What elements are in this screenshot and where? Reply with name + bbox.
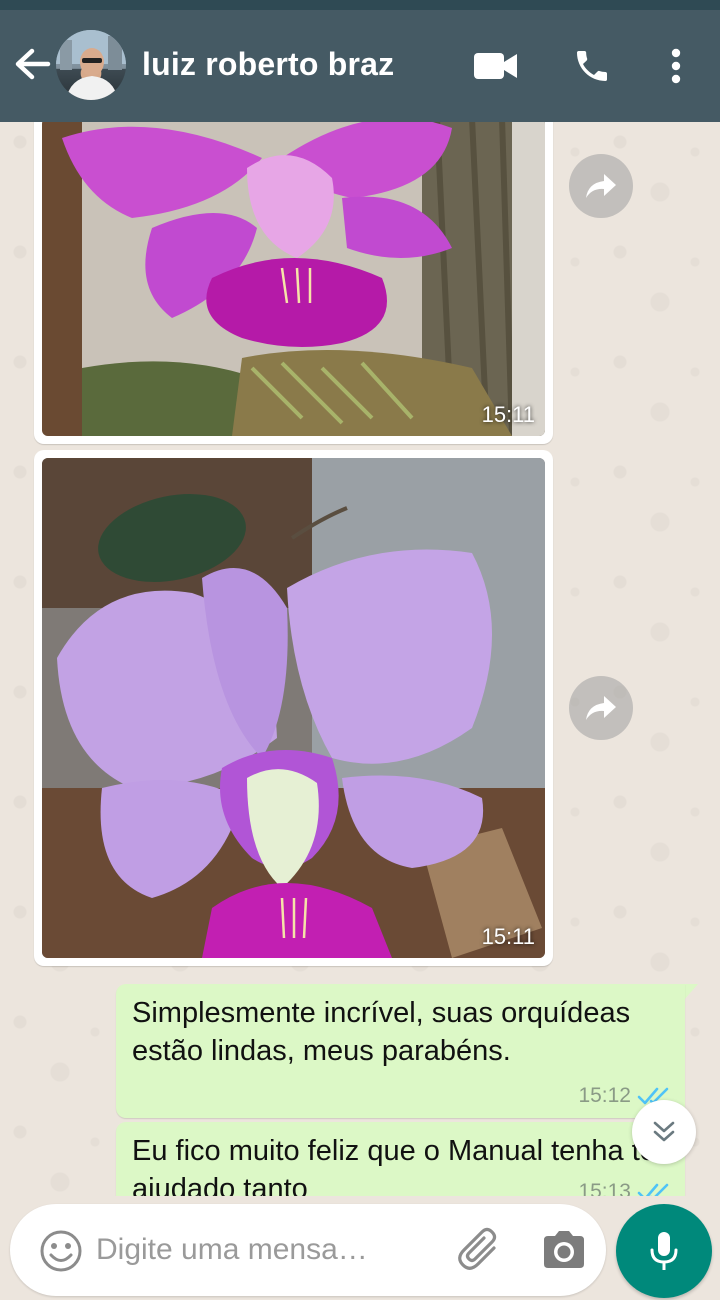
- contact-name[interactable]: luiz roberto braz: [142, 46, 394, 83]
- outgoing-message[interactable]: Eu fico muito feliz que o Manual tenha t…: [116, 1122, 685, 1200]
- more-options-button[interactable]: [660, 44, 692, 88]
- status-bar: [0, 0, 720, 10]
- microphone-icon: [650, 1232, 678, 1270]
- forward-icon: [586, 174, 616, 198]
- message-time: 15:11: [481, 402, 535, 427]
- voice-record-button[interactable]: [616, 1204, 712, 1298]
- message-input[interactable]: [96, 1226, 436, 1274]
- back-button[interactable]: [12, 42, 52, 86]
- message-time: 15:12: [578, 1084, 631, 1107]
- chevron-double-down-icon: [653, 1121, 675, 1142]
- paperclip-icon: [458, 1227, 497, 1270]
- message-text: Simplesmente incrível, suas orquídeas es…: [132, 997, 631, 1067]
- forward-icon: [586, 696, 616, 720]
- orchid-photo-lilac[interactable]: 15:11: [42, 458, 545, 958]
- arrow-left-icon: [15, 48, 51, 80]
- forward-button[interactable]: [569, 154, 633, 218]
- outgoing-message[interactable]: Simplesmente incrível, suas orquídeas es…: [116, 984, 685, 1118]
- chat-header: luiz roberto braz: [0, 10, 720, 122]
- message-time: 15:11: [481, 924, 535, 949]
- video-camera-icon: [474, 53, 517, 79]
- camera-button[interactable]: [540, 1228, 588, 1274]
- image-message[interactable]: 15:11: [34, 122, 553, 444]
- chat-area[interactable]: 15:11 15:11 Simplesmente incrível, suas …: [0, 122, 720, 1200]
- attach-button[interactable]: [456, 1226, 504, 1274]
- video-call-button[interactable]: [472, 44, 520, 88]
- emoji-button[interactable]: [38, 1228, 84, 1274]
- phone-icon: [577, 51, 607, 81]
- image-message[interactable]: 15:11: [34, 450, 553, 966]
- camera-icon: [544, 1231, 584, 1268]
- bubble-tail: [684, 984, 698, 1000]
- voice-call-button[interactable]: [570, 44, 614, 88]
- emoji-icon: [40, 1230, 82, 1272]
- avatar[interactable]: [56, 30, 126, 100]
- composer: [0, 1196, 720, 1300]
- more-vertical-icon: [671, 48, 681, 84]
- forward-button[interactable]: [569, 676, 633, 740]
- orchid-photo-magenta[interactable]: 15:11: [42, 122, 545, 436]
- message-input-box[interactable]: [10, 1204, 606, 1296]
- scroll-to-bottom-button[interactable]: [632, 1100, 696, 1164]
